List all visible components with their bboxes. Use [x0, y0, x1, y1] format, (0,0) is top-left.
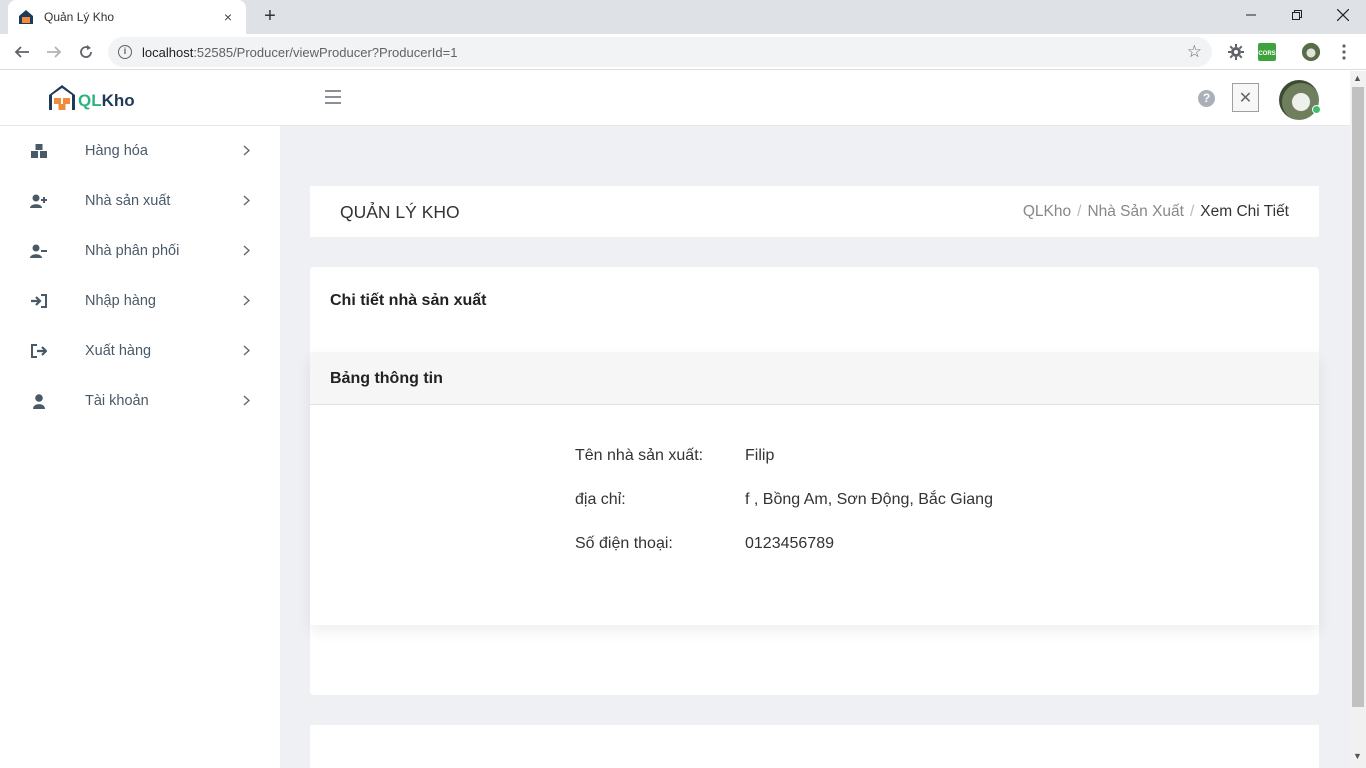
breadcrumb-separator: / — [1077, 203, 1082, 220]
sidebar: Hàng hóa Nhà sản xuất Nhà phân phối Nhập… — [0, 126, 280, 768]
browser-menu-icon[interactable] — [1334, 42, 1354, 62]
sidebar-item-nha-phan-phoi[interactable]: Nhà phân phối — [0, 226, 280, 276]
sidebar-item-hang-hoa[interactable]: Hàng hóa — [0, 126, 280, 176]
sidebar-item-label: Tài khoản — [85, 393, 149, 409]
breadcrumb-item-home[interactable]: QLKho — [1023, 203, 1071, 221]
main-content: QUẢN LÝ KHO QLKho / Nhà Sản Xuất / Xem C… — [280, 126, 1350, 768]
sidebar-item-label: Xuất hàng — [85, 343, 152, 359]
bookmark-star-icon[interactable]: ☆ — [1187, 42, 1202, 62]
close-button[interactable]: ✕ — [1232, 83, 1259, 112]
info-label: Số điện thoại: — [575, 535, 673, 552]
sidebar-item-label: Nhập hàng — [85, 293, 156, 309]
scrollbar-thumb[interactable] — [1352, 87, 1364, 707]
sidebar-item-label: Hàng hóa — [85, 143, 148, 159]
page-title: QUẢN LÝ KHO — [340, 202, 460, 222]
restore-icon[interactable] — [1274, 0, 1320, 30]
scroll-up-icon[interactable]: ▲ — [1353, 73, 1362, 83]
sidebar-item-nha-san-xuat[interactable]: Nhà sản xuất — [0, 176, 280, 226]
page-scrollbar[interactable]: ▲ ▼ — [1350, 71, 1366, 768]
sidebar-item-nhap-hang[interactable]: Nhập hàng — [0, 276, 280, 326]
profile-avatar-icon[interactable] — [1301, 42, 1321, 62]
user-plus-icon — [29, 191, 49, 211]
page-footer — [310, 725, 1319, 768]
logo-text-ql: QL — [78, 91, 102, 110]
sign-in-icon — [29, 291, 49, 311]
user-minus-icon — [29, 241, 49, 261]
producer-detail-card: Chi tiết nhà sản xuất Bảng thông tin Tên… — [310, 267, 1319, 695]
app-header: QLKho ? ✕ — [0, 71, 1350, 126]
site-info-icon[interactable]: i — [118, 45, 132, 59]
info-value: f , Bồng Am, Sơn Động, Bắc Giang — [745, 491, 993, 508]
chevron-right-icon — [243, 394, 251, 409]
app-logo[interactable]: QLKho — [48, 83, 135, 111]
browser-tabstrip: Quản Lý Kho × + — [0, 0, 1366, 34]
info-row-name: Tên nhà sản xuất: Filip — [575, 447, 774, 471]
tab-title: Quản Lý Kho — [44, 10, 115, 24]
address-bar[interactable]: i localhost:52585/Producer/viewProducer?… — [108, 37, 1212, 67]
chevron-right-icon — [243, 144, 251, 159]
logo-text-kho: Kho — [101, 91, 135, 110]
chevron-right-icon — [243, 344, 251, 359]
info-row-address: địa chỉ: f , Bồng Am, Sơn Động, Bắc Gian… — [575, 491, 993, 515]
card-title: Chi tiết nhà sản xuất — [330, 292, 487, 309]
warehouse-logo-icon — [49, 85, 75, 110]
help-icon[interactable]: ? — [1198, 90, 1215, 107]
sign-out-icon — [29, 341, 49, 361]
new-tab-button[interactable]: + — [258, 5, 282, 29]
url-text: localhost:52585/Producer/viewProducer?Pr… — [142, 44, 458, 60]
info-panel: Bảng thông tin Tên nhà sản xuất: Filip đ… — [310, 352, 1319, 625]
info-panel-title: Bảng thông tin — [330, 370, 443, 387]
user-icon — [29, 391, 49, 411]
chevron-right-icon — [243, 244, 251, 259]
breadcrumb: QLKho / Nhà Sản Xuất / Xem Chi Tiết — [1023, 203, 1289, 221]
info-label: Tên nhà sản xuất: — [575, 447, 704, 464]
window-close-icon[interactable] — [1320, 0, 1366, 30]
svg-text:CORS: CORS — [1258, 51, 1275, 57]
settings-extension-icon[interactable] — [1226, 42, 1246, 62]
info-value: 0123456789 — [745, 535, 834, 552]
info-row-phone: Số điện thoại: 0123456789 — [575, 535, 834, 559]
user-avatar[interactable] — [1279, 80, 1319, 120]
warehouse-favicon-icon — [18, 9, 34, 25]
browser-toolbar: i localhost:52585/Producer/viewProducer?… — [0, 34, 1366, 70]
breadcrumb-item-current: Xem Chi Tiết — [1200, 203, 1289, 220]
breadcrumb-item-producer[interactable]: Nhà Sản Xuất — [1087, 203, 1184, 221]
browser-tab[interactable]: Quản Lý Kho × — [8, 0, 246, 34]
sidebar-item-label: Nhà phân phối — [85, 243, 180, 259]
info-panel-header: Bảng thông tin — [310, 352, 1319, 405]
sidebar-item-tai-khoan[interactable]: Tài khoản — [0, 376, 280, 426]
info-label: địa chỉ: — [575, 491, 626, 508]
chevron-right-icon — [243, 294, 251, 309]
minimize-icon[interactable] — [1228, 0, 1274, 30]
cors-extension-icon[interactable]: CORS — [1257, 42, 1277, 62]
sidebar-item-xuat-hang[interactable]: Xuất hàng — [0, 326, 280, 376]
page-titlebar: QUẢN LÝ KHO QLKho / Nhà Sản Xuất / Xem C… — [310, 186, 1319, 237]
reload-icon[interactable] — [72, 38, 100, 66]
menu-toggle-icon[interactable] — [325, 90, 341, 104]
breadcrumb-separator: / — [1189, 203, 1195, 220]
boxes-icon — [29, 141, 49, 161]
back-icon[interactable] — [8, 38, 36, 66]
scroll-down-icon[interactable]: ▼ — [1353, 751, 1362, 761]
window-controls — [1228, 0, 1366, 30]
forward-icon[interactable] — [40, 38, 68, 66]
online-status-dot — [1312, 105, 1321, 114]
tab-close-icon[interactable]: × — [220, 9, 236, 25]
info-value: Filip — [745, 447, 775, 464]
sidebar-item-label: Nhà sản xuất — [85, 193, 171, 209]
chevron-right-icon — [243, 194, 251, 209]
